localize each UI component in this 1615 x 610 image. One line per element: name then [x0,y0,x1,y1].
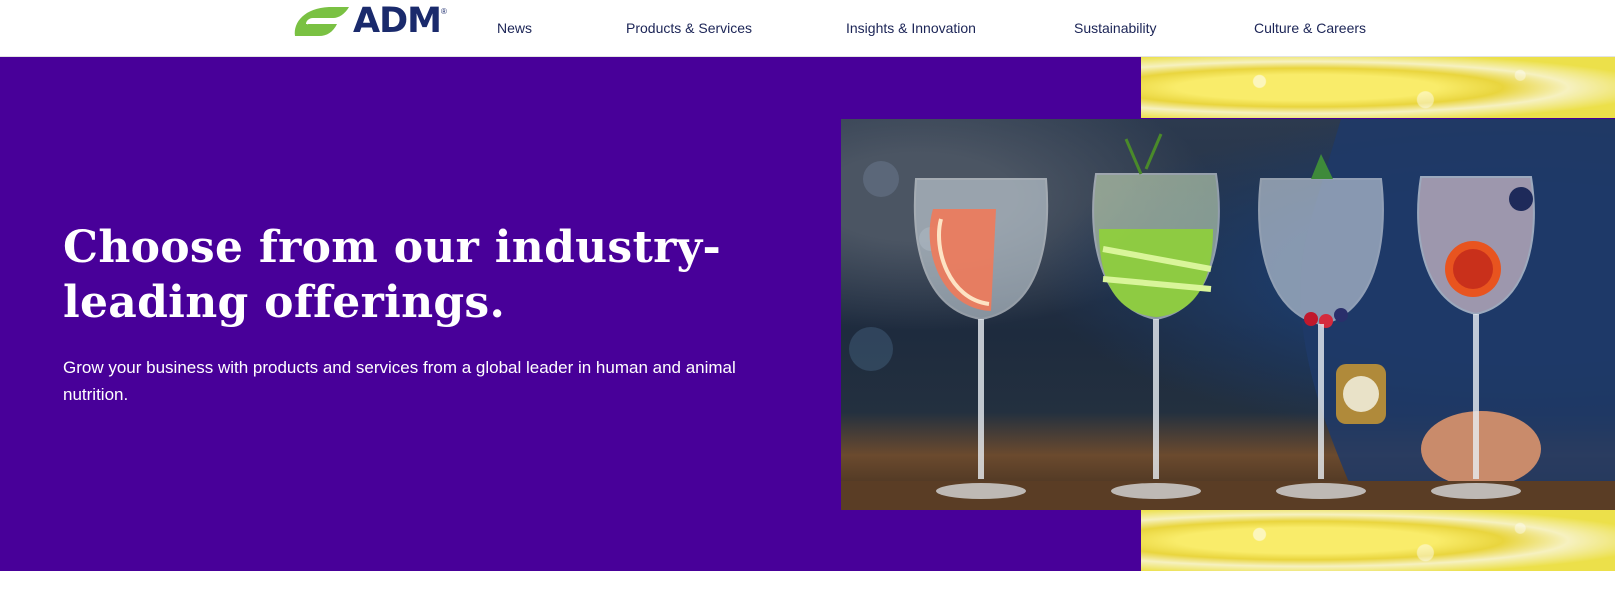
hero-title-line-1: Choose from our industry- [63,222,722,273]
adm-logo[interactable]: ADM ® [289,3,459,39]
leaf-logo-icon [294,7,349,36]
cocktail-glasses-icon [841,119,1615,510]
lemon-decor-top [1141,57,1615,118]
lemon-decor-bottom [1141,510,1615,571]
hero-image [841,119,1615,510]
site-header: ADM ® News Products & Services Insights … [0,0,1615,57]
hero-title: Choose from our industry- leading offeri… [63,220,763,330]
page-background-bottom [0,571,1615,610]
hero-section: Choose from our industry- leading offeri… [0,57,1615,571]
nav-item-sustainability[interactable]: Sustainability [1074,20,1157,38]
nav-item-culture-careers[interactable]: Culture & Careers [1254,20,1366,38]
logo-text: ADM [353,0,442,41]
nav-item-news[interactable]: News [497,20,532,38]
hero-title-line-2: leading offerings. [63,277,506,328]
registered-mark: ® [440,7,447,16]
nav-item-insights-innovation[interactable]: Insights & Innovation [846,20,976,38]
hero-subtitle: Grow your business with products and ser… [63,358,736,404]
nav-item-products-services[interactable]: Products & Services [626,20,752,38]
